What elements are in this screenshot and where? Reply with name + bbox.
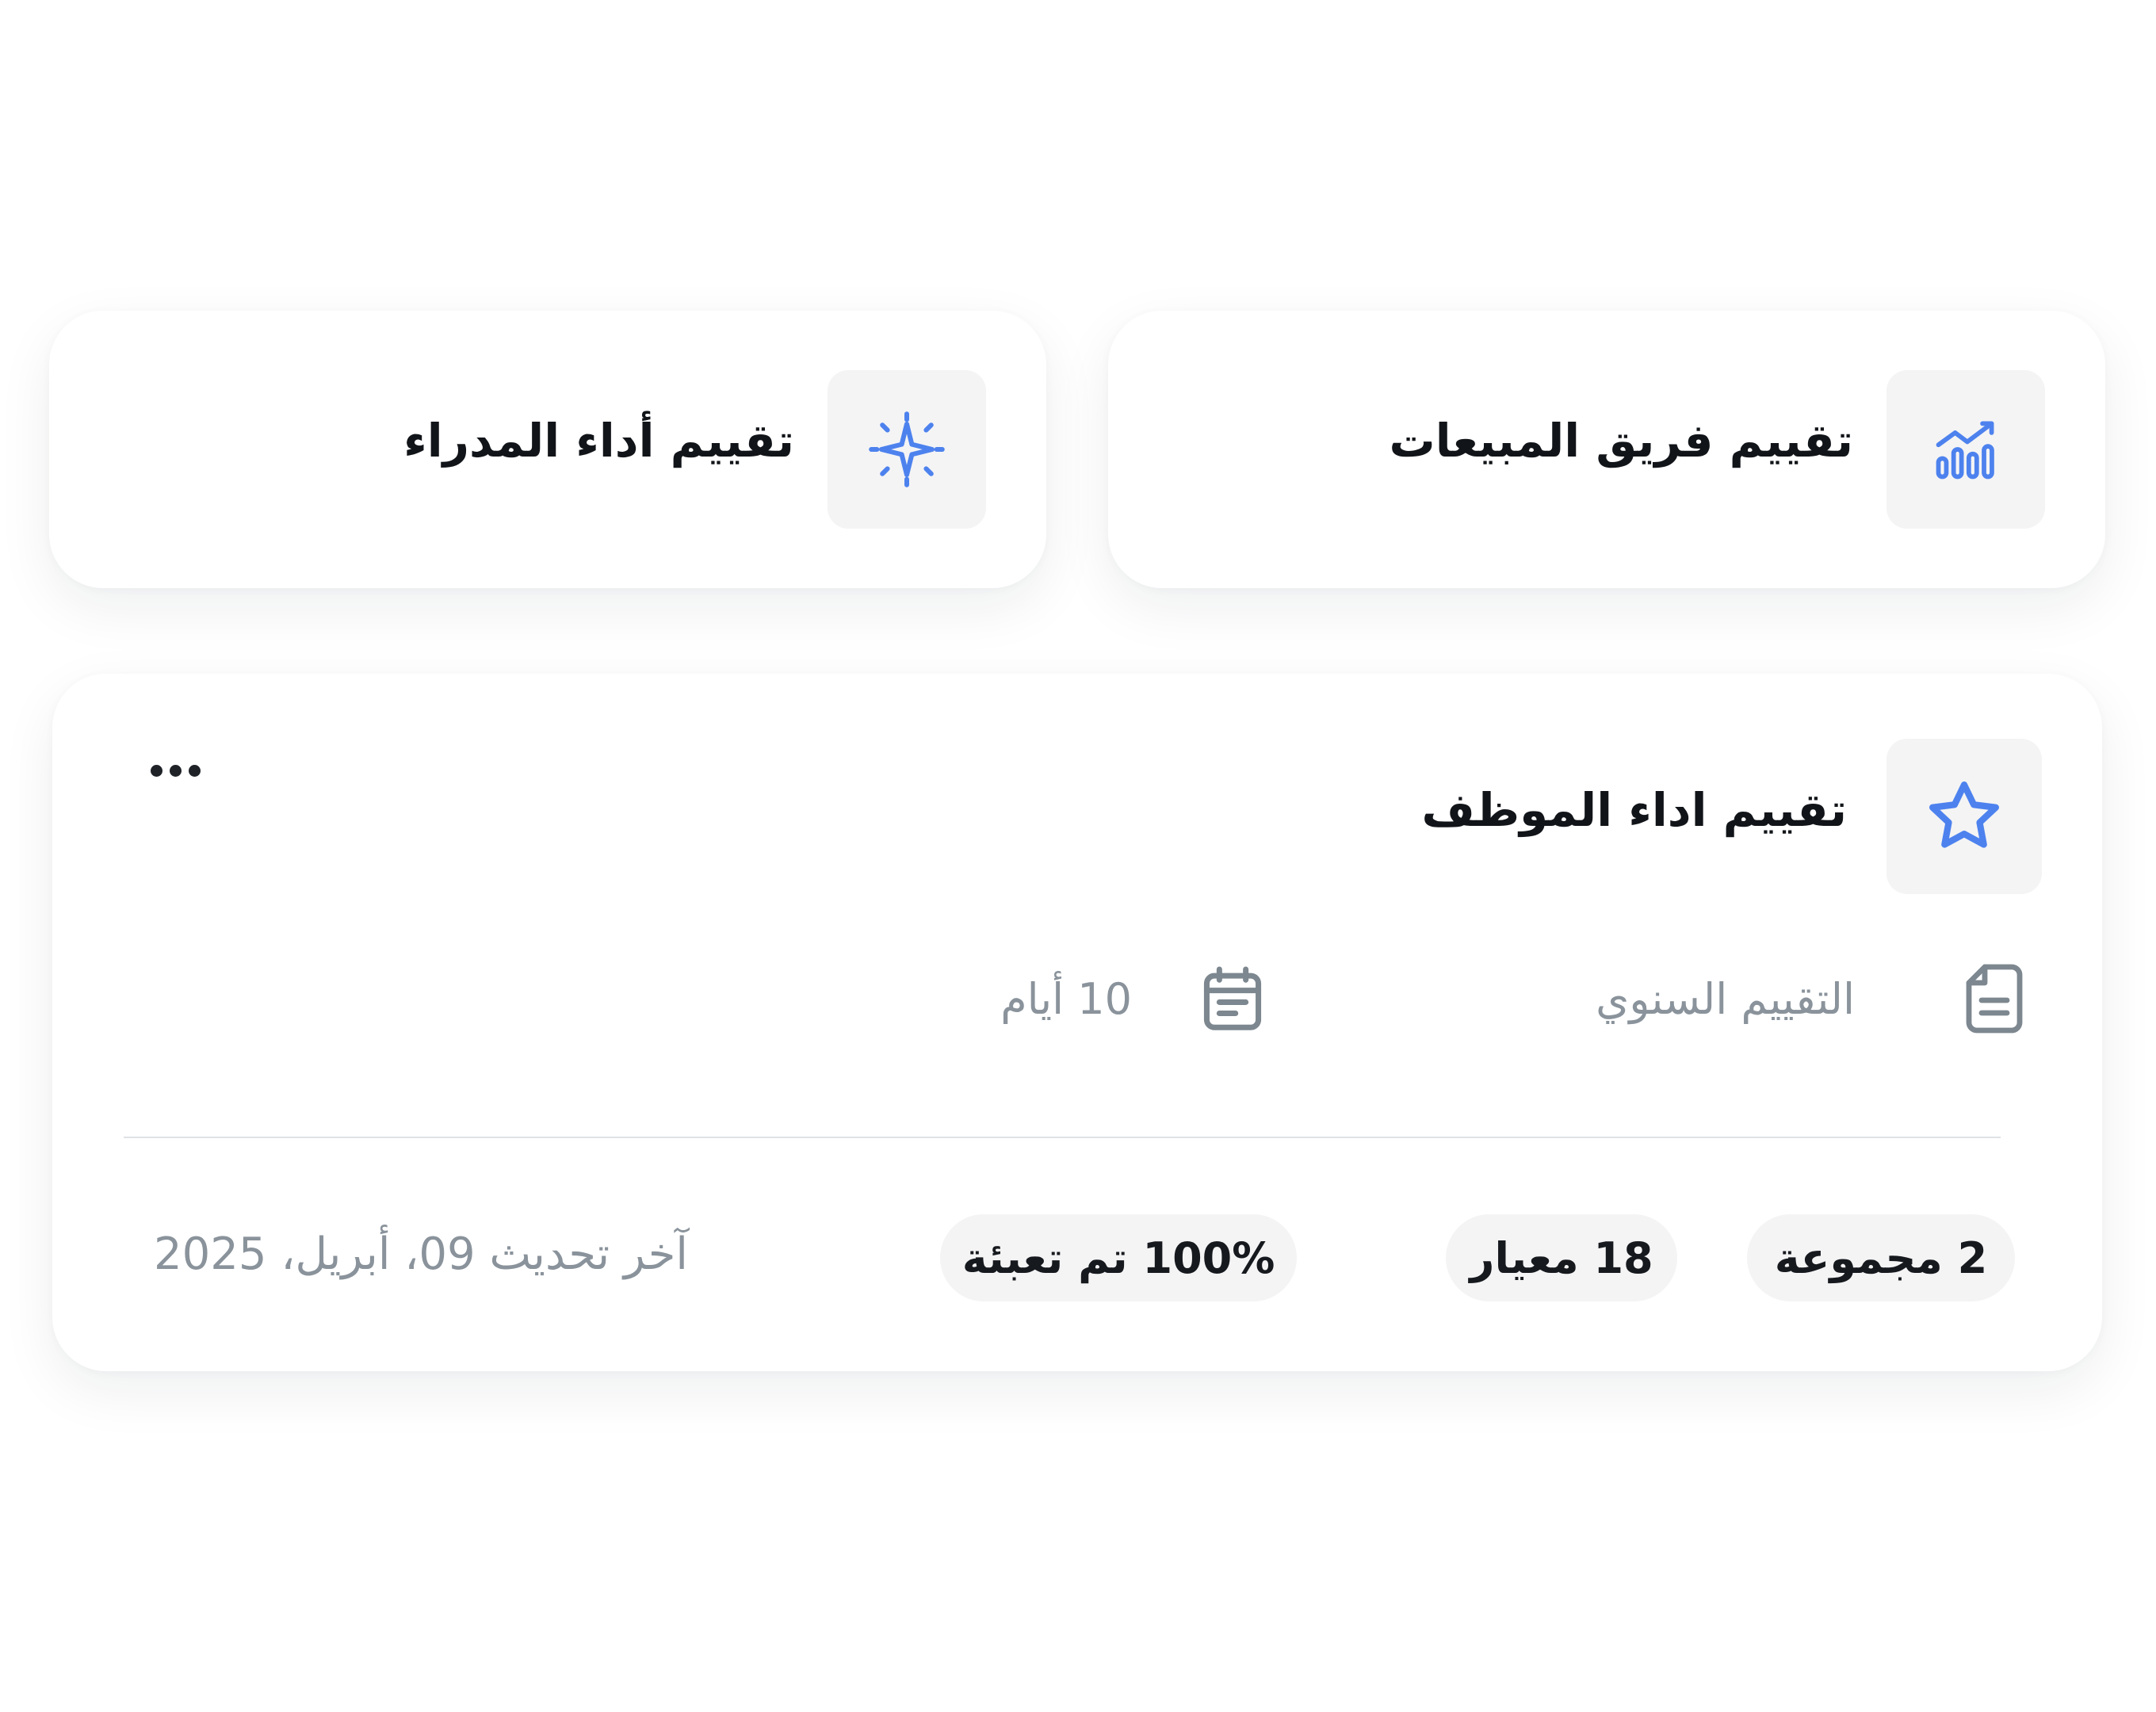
document-icon [1966, 964, 2023, 1034]
card-managers-evaluation[interactable]: تقييم أداء المدراء [49, 311, 1046, 588]
employee-icon-box [1886, 739, 2042, 894]
completion-badge: 100% تم تعبئة [940, 1214, 1297, 1301]
last-updated-text: آخر تحديث 09، أبريل، 2025 [154, 1229, 688, 1280]
sparkle-icon [869, 411, 945, 487]
card-title: تقييم أداء المدراء [403, 414, 794, 468]
star-icon [1929, 781, 1999, 848]
managers-icon-box [828, 370, 986, 529]
card-employee-evaluation[interactable]: تقييم اداء الموظف التقييم السنوي 10 أيام… [52, 674, 2102, 1371]
evaluation-duration-label: 10 أيام [1000, 973, 1132, 1024]
card-title: تقييم اداء الموظف [1421, 783, 1847, 837]
sales-icon-box [1886, 370, 2045, 529]
evaluation-duration: 10 أيام [1000, 959, 1262, 1038]
bar-chart-trend-icon [1936, 421, 1994, 480]
calendar-icon [1203, 966, 1262, 1030]
evaluation-type-label: التقييم السنوي [1596, 973, 1855, 1024]
more-options-icon[interactable] [151, 765, 201, 777]
divider [124, 1137, 2001, 1138]
evaluation-type: التقييم السنوي [1596, 959, 2023, 1038]
card-title: تقييم فريق المبيعات [1389, 414, 1853, 468]
criteria-count-badge: 18 معيار [1446, 1214, 1677, 1301]
groups-count-badge: 2 مجموعة [1747, 1214, 2015, 1301]
card-sales-team-evaluation[interactable]: تقييم فريق المبيعات [1108, 311, 2105, 588]
